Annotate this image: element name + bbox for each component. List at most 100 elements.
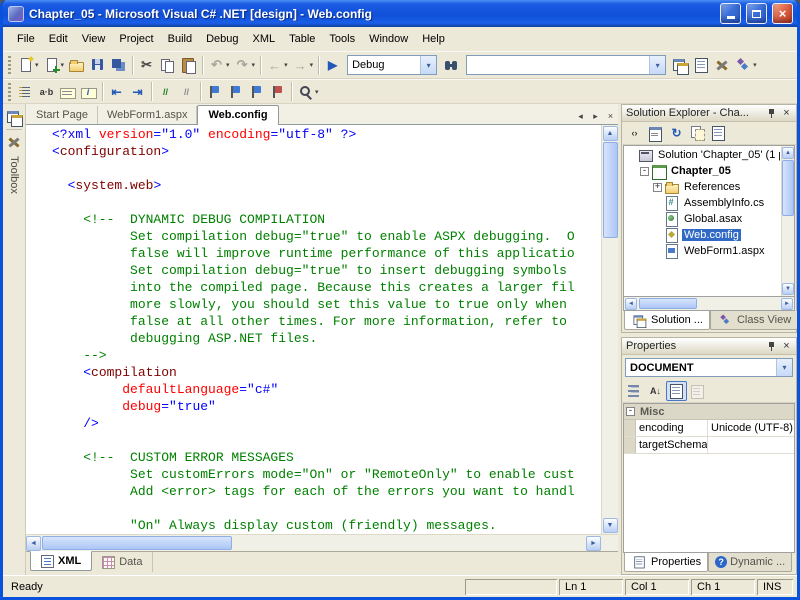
object-selector-combo[interactable]: DOCUMENT ▾ [625, 358, 793, 377]
tab-dynamic-help[interactable]: ? Dynamic ... [708, 553, 792, 572]
menu-build[interactable]: Build [161, 30, 199, 48]
copy-button[interactable] [157, 55, 178, 76]
tab-start-page[interactable]: Start Page [27, 106, 98, 124]
toolbox-button[interactable] [712, 55, 733, 76]
cut-button[interactable]: ✂ [136, 55, 157, 76]
close-panel-icon[interactable]: × [779, 106, 794, 120]
tab-webform1-aspx[interactable]: WebForm1.aspx [98, 106, 198, 124]
properties-titlebar[interactable]: Properties × [622, 338, 796, 355]
display-member-list-button[interactable] [15, 81, 36, 102]
tree-item[interactable]: Web.config [625, 227, 780, 243]
tab-properties[interactable]: Properties [624, 553, 708, 572]
scrollbar-thumb[interactable] [639, 298, 697, 309]
scroll-left-icon[interactable]: ◄ [26, 536, 41, 551]
display-quick-info-button[interactable] [78, 81, 99, 102]
refresh-button[interactable]: ↻ [666, 123, 687, 143]
navigate-forward-button[interactable]: →▾ [290, 55, 316, 76]
scrollbar-thumb[interactable] [782, 160, 794, 216]
tree-vertical-scrollbar[interactable]: ▲ ▼ [781, 146, 794, 296]
tree-horizontal-scrollbar[interactable]: ◄ ► [623, 297, 795, 311]
navigate-backward-button[interactable]: ←▾ [264, 55, 290, 76]
menu-view[interactable]: View [75, 30, 113, 48]
titlebar[interactable]: Chapter_05 - Microsoft Visual C# .NET [d… [3, 0, 797, 27]
class-view-button[interactable]: ▾ [733, 55, 759, 76]
show-all-files-button[interactable] [687, 123, 708, 143]
tab-solution-explorer[interactable]: Solution ... [624, 311, 710, 330]
properties-button[interactable] [708, 123, 729, 143]
menu-edit[interactable]: Edit [42, 30, 75, 48]
tree-item[interactable]: Solution 'Chapter_05' (1 proje [625, 147, 780, 163]
scroll-right-icon[interactable]: ► [586, 536, 601, 551]
add-new-item-button[interactable]: ▾ [41, 55, 67, 76]
menu-table[interactable]: Table [282, 30, 322, 48]
tree-item[interactable]: Global.asax [625, 211, 780, 227]
menu-debug[interactable]: Debug [199, 30, 245, 48]
property-value[interactable]: Unicode (UTF-8) [708, 420, 794, 436]
autohide-pin-icon[interactable] [764, 339, 779, 353]
scroll-down-icon[interactable]: ▼ [603, 518, 618, 533]
scrollbar-thumb[interactable] [42, 536, 232, 550]
scroll-down-icon[interactable]: ▼ [782, 283, 794, 295]
tree-item[interactable]: AssemblyInfo.cs [625, 195, 780, 211]
magnify-button[interactable]: ▾ [295, 81, 321, 102]
display-word-completion-button[interactable]: a·b [36, 81, 57, 102]
alphabetical-button[interactable]: A↓ [645, 381, 666, 401]
properties-view-button[interactable] [666, 381, 687, 401]
tab-data-view[interactable]: Data [92, 552, 153, 572]
save-button[interactable] [87, 55, 108, 76]
tree-item[interactable]: -Chapter_05 [625, 163, 780, 179]
property-pages-button[interactable] [687, 381, 708, 401]
server-explorer-tab[interactable] [4, 107, 24, 127]
toggle-bookmark-button[interactable] [204, 81, 225, 102]
close-document-icon[interactable]: × [603, 108, 618, 124]
scroll-up-icon[interactable]: ▲ [782, 147, 794, 159]
tab-scroll-right-icon[interactable]: ▸ [588, 108, 603, 124]
tab-web-config[interactable]: Web.config [197, 105, 278, 125]
collapse-icon[interactable]: - [640, 167, 649, 176]
combo-dropdown-icon[interactable]: ▾ [649, 56, 665, 74]
toolbox-tab[interactable] [4, 132, 24, 152]
toolbox-label[interactable]: Toolbox [8, 156, 20, 194]
property-value[interactable] [708, 437, 794, 453]
combo-dropdown-icon[interactable]: ▾ [776, 359, 792, 376]
tab-xml-view[interactable]: XML [30, 551, 92, 571]
start-button[interactable]: ▶ [322, 55, 343, 76]
menu-tools[interactable]: Tools [322, 30, 362, 48]
undo-button[interactable]: ↶▾ [206, 55, 232, 76]
collapse-icon[interactable]: - [626, 407, 635, 416]
scroll-right-icon[interactable]: ► [781, 298, 793, 310]
find-combo[interactable]: ▾ [466, 55, 666, 75]
solution-explorer-titlebar[interactable]: Solution Explorer - Cha... × [622, 105, 796, 122]
save-all-button[interactable] [108, 55, 129, 76]
toolbar-grip[interactable] [8, 83, 11, 101]
expand-icon[interactable]: + [653, 183, 662, 192]
category-row-misc[interactable]: - Misc [624, 404, 794, 420]
comment-selection-button[interactable]: // [155, 81, 176, 102]
next-bookmark-button[interactable] [225, 81, 246, 102]
editor-horizontal-scrollbar[interactable]: ◄ ► [26, 534, 618, 551]
menu-window[interactable]: Window [362, 30, 415, 48]
toolbar-grip[interactable] [8, 56, 11, 74]
scroll-left-icon[interactable]: ◄ [625, 298, 637, 310]
display-parameter-info-button[interactable] [57, 81, 78, 102]
minimize-button[interactable] [720, 3, 741, 24]
new-project-button[interactable]: ▾ [15, 55, 41, 76]
code-editor[interactable]: <?xml version="1.0" encoding="utf-8" ?><… [26, 125, 618, 534]
tab-class-view[interactable]: Class View [710, 311, 798, 330]
close-panel-icon[interactable]: × [779, 339, 794, 353]
view-code-button[interactable]: ‹› [624, 123, 645, 143]
view-designer-button[interactable] [645, 123, 666, 143]
previous-bookmark-button[interactable] [246, 81, 267, 102]
scrollbar-thumb[interactable] [603, 142, 618, 238]
property-row-targetschema[interactable]: targetSchema [624, 437, 794, 454]
tab-scroll-left-icon[interactable]: ◂ [573, 108, 588, 124]
close-button[interactable]: × [772, 3, 793, 24]
maximize-button[interactable] [746, 3, 767, 24]
redo-button[interactable]: ↷▾ [232, 55, 258, 76]
tree-item[interactable]: +References [625, 179, 780, 195]
paste-button[interactable] [178, 55, 199, 76]
menu-help[interactable]: Help [415, 30, 452, 48]
menu-project[interactable]: Project [112, 30, 160, 48]
menu-xml[interactable]: XML [246, 30, 283, 48]
combo-dropdown-icon[interactable]: ▾ [420, 56, 436, 74]
